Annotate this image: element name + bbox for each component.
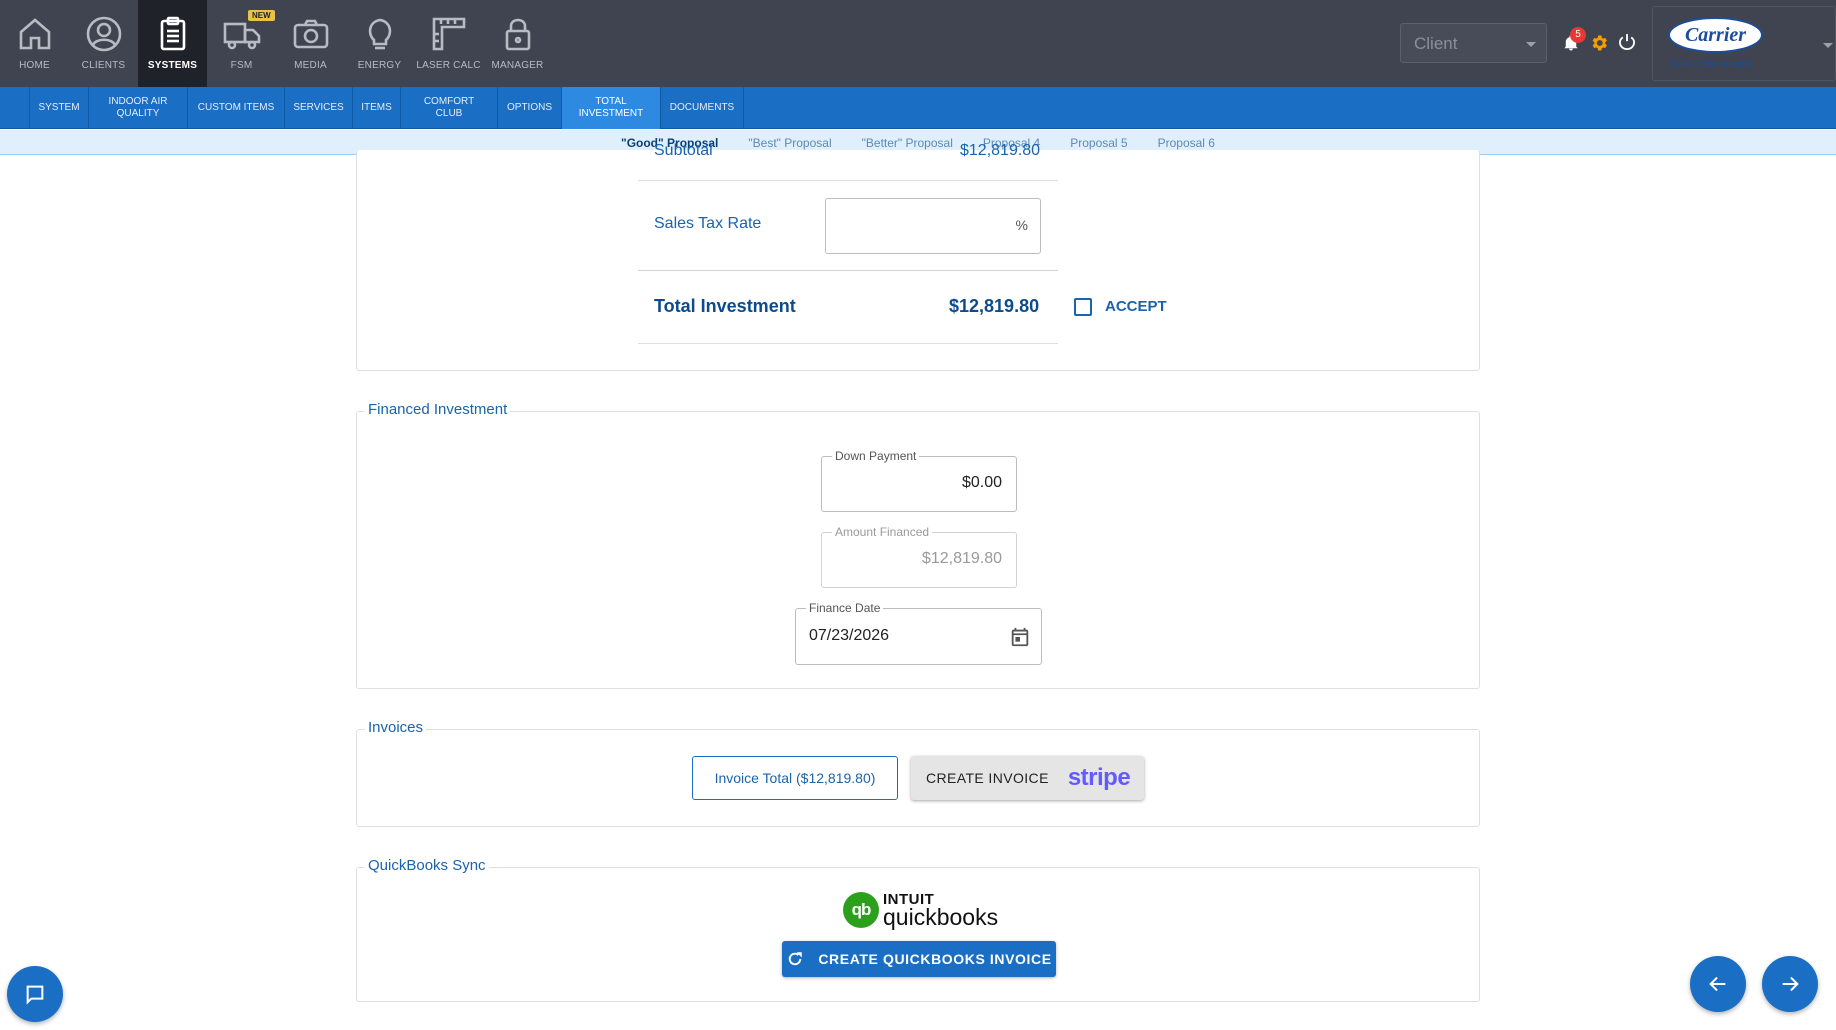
nav-label: MEDIA xyxy=(294,60,327,71)
total-investment-label: Total Investment xyxy=(654,296,796,316)
invoices-legend: Invoices xyxy=(365,719,427,736)
arrow-right-icon xyxy=(1782,976,1799,992)
nav-item-fsm[interactable]: NEW FSM xyxy=(207,0,276,87)
nav-item-energy[interactable]: ENERGY xyxy=(345,0,414,87)
nav-item-systems[interactable]: SYSTEMS xyxy=(138,0,207,87)
lock-icon xyxy=(505,18,530,51)
tab-indoor-air-quality[interactable]: INDOOR AIR QUALITY xyxy=(89,87,188,129)
proposal-tab-5[interactable]: Proposal 5 xyxy=(1070,136,1127,150)
nav-label: SYSTEMS xyxy=(147,60,198,71)
calendar-icon[interactable] xyxy=(1009,626,1031,648)
lightbulb-icon xyxy=(368,18,391,50)
tab-services[interactable]: SERVICES xyxy=(285,87,353,129)
tab-custom-items[interactable]: CUSTOM ITEMS xyxy=(188,87,285,129)
percent-suffix: % xyxy=(1015,217,1028,233)
sales-tax-label: Sales Tax Rate xyxy=(654,215,762,232)
nav-label: ENERGY xyxy=(357,60,402,71)
main-nav: HOME CLIENTS SYSTEMS NEW FSM MEDIA ENERG… xyxy=(0,0,552,87)
chevron-down-icon xyxy=(1526,42,1536,47)
power-icon[interactable] xyxy=(1617,32,1637,52)
user-circle-icon xyxy=(86,16,121,52)
nav-item-manager[interactable]: MANAGER xyxy=(483,0,552,87)
new-badge: NEW xyxy=(248,10,275,21)
tab-options[interactable]: OPTIONS xyxy=(498,87,562,129)
quickbooks-logo-icon: qb xyxy=(843,892,879,928)
chevron-down-icon xyxy=(1823,43,1833,48)
accept-label[interactable]: ACCEPT xyxy=(1105,298,1167,315)
tab-total-investment[interactable]: TOTAL INVESTMENT xyxy=(562,87,661,129)
create-invoice-label: CREATE INVOICE xyxy=(926,770,1049,786)
nav-label: CLIENTS xyxy=(81,60,126,71)
client-select-placeholder: Client xyxy=(1414,34,1458,53)
amount-financed-field: Amount Financed $12,819.80 xyxy=(821,525,1017,588)
gear-icon[interactable] xyxy=(1589,33,1609,53)
create-quickbooks-invoice-button[interactable]: CREATE QUICKBOOKS INVOICE xyxy=(782,941,1056,977)
sales-tax-input[interactable]: % xyxy=(825,198,1041,254)
accept-checkbox[interactable] xyxy=(1074,298,1092,316)
clipboard-icon xyxy=(160,16,185,51)
subtotal-value: $12,819.80 xyxy=(960,142,1041,159)
nav-item-media[interactable]: MEDIA xyxy=(276,0,345,87)
chat-icon xyxy=(26,985,44,1005)
stripe-logo: stripe xyxy=(1067,764,1131,791)
invoice-total-button[interactable]: Invoice Total ($12,819.80) xyxy=(692,756,898,800)
down-payment-field[interactable]: Down Payment $0.00 xyxy=(821,449,1017,512)
tab-comfort-club[interactable]: COMFORT CLUB xyxy=(401,87,498,129)
quickbooks-card: QuickBooks Sync qb INTUIT quickbooks CRE… xyxy=(356,857,1480,1002)
tab-documents[interactable]: DOCUMENTS xyxy=(661,87,744,129)
total-investment-value: $12,819.80 xyxy=(949,296,1040,316)
finance-date-field[interactable]: Finance Date 07/23/2026 xyxy=(795,601,1042,665)
down-payment-value: $0.00 xyxy=(961,474,1002,491)
arrow-left-icon xyxy=(1709,976,1726,992)
amount-financed-value: $12,819.80 xyxy=(921,550,1002,567)
proposal-tab-better[interactable]: "Better" Proposal xyxy=(862,136,953,150)
subtotal-label: Subtotal xyxy=(654,142,713,159)
notification-count-badge: 5 xyxy=(1570,27,1586,43)
invoices-card: Invoices Invoice Total ($12,819.80) CREA… xyxy=(356,719,1480,827)
client-select[interactable]: Client xyxy=(1400,23,1547,63)
create-quickbooks-invoice-label: CREATE QUICKBOOKS INVOICE xyxy=(818,951,1052,967)
quickbooks-logo-text: quickbooks xyxy=(883,904,999,930)
finance-date-value: 07/23/2026 xyxy=(809,627,890,644)
section-tab-bar: SYSTEM INDOOR AIR QUALITY CUSTOM ITEMS S… xyxy=(0,87,1836,129)
ruler-icon xyxy=(432,17,465,51)
financed-investment-card: Financed Investment Down Payment $0.00 A… xyxy=(356,401,1480,689)
next-button[interactable] xyxy=(1762,956,1818,1012)
financed-investment-legend: Financed Investment xyxy=(365,401,511,418)
invoice-total-label: Invoice Total ($12,819.80) xyxy=(714,770,876,786)
row-divider xyxy=(638,343,1058,344)
carrier-logo: Carrier xyxy=(1668,17,1763,53)
camera-icon xyxy=(293,19,328,49)
finance-date-label: Finance Date xyxy=(806,601,884,615)
row-divider xyxy=(638,180,1058,181)
row-divider xyxy=(638,270,1058,271)
refresh-icon xyxy=(789,952,803,966)
nav-label: MANAGER xyxy=(491,60,544,71)
proposal-tab-best[interactable]: "Best" Proposal xyxy=(748,136,831,150)
top-bar: HOME CLIENTS SYSTEMS NEW FSM MEDIA ENERG… xyxy=(0,0,1836,87)
nav-label: LASER CALC xyxy=(416,60,481,71)
nav-label: HOME xyxy=(19,60,50,71)
nav-item-home[interactable]: HOME xyxy=(0,0,69,87)
investment-summary-card: Subtotal $12,819.80 Sales Tax Rate % Tot… xyxy=(356,142,1480,371)
create-invoice-button[interactable]: CREATE INVOICE stripe xyxy=(911,756,1144,800)
back-button[interactable] xyxy=(1690,956,1746,1012)
nav-item-clients[interactable]: CLIENTS xyxy=(69,0,138,87)
nav-label: FSM xyxy=(230,60,253,71)
down-payment-label: Down Payment xyxy=(832,449,920,463)
chat-button[interactable] xyxy=(7,966,63,1022)
tab-items[interactable]: ITEMS xyxy=(353,87,401,129)
nav-item-laser-calc[interactable]: LASER CALC xyxy=(414,0,483,87)
home-icon xyxy=(19,18,50,50)
tab-system[interactable]: SYSTEM xyxy=(29,87,89,129)
proposal-tab-6[interactable]: Proposal 6 xyxy=(1158,136,1215,150)
brand-tagline: Turn to the experts xyxy=(1669,59,1753,70)
quickbooks-legend: QuickBooks Sync xyxy=(365,857,489,874)
amount-financed-label: Amount Financed xyxy=(832,525,933,539)
brand-selector[interactable]: Carrier Turn to the experts xyxy=(1652,6,1836,81)
